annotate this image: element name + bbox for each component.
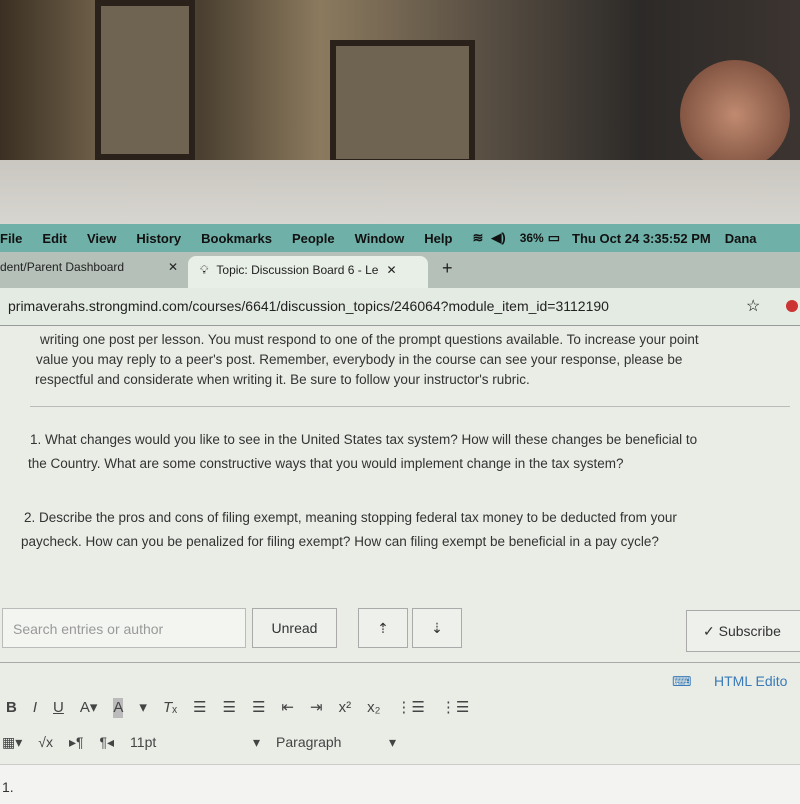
bold-button[interactable]: B (6, 698, 17, 718)
font-size-select[interactable]: 11pt ▾ (130, 732, 260, 752)
background-color-button[interactable]: A (113, 698, 124, 718)
table-button[interactable]: ▦▾ (2, 732, 22, 752)
battery-percent: 36% (519, 231, 544, 245)
wifi-icon[interactable]: ≋ (472, 230, 483, 246)
user-name[interactable]: Dana (725, 231, 757, 246)
block-format-value: Paragraph (276, 734, 342, 750)
mac-menubar: File Edit View History Bookmarks People … (0, 224, 800, 252)
align-center-button[interactable]: ☰ (223, 698, 236, 718)
tab-bar: dent/Parent Dashboard ✕ 💡︎ Topic: Discus… (0, 252, 800, 288)
expand-down-button[interactable]: ⇣ (412, 608, 462, 648)
extension-icon[interactable] (786, 300, 798, 312)
intro-line: respectful and considerate when writing … (35, 372, 530, 387)
menu-file[interactable]: File (0, 231, 22, 246)
close-tab-icon[interactable]: ✕ (386, 263, 396, 281)
clear-formatting-button[interactable]: Tₓ (163, 698, 177, 718)
battery-icon[interactable]: ▭ (548, 230, 560, 246)
clock[interactable]: Thu Oct 24 3:35:52 PM (572, 231, 711, 246)
html-editor-link[interactable]: HTML Edito (714, 671, 787, 691)
question-1: 1. What changes would you like to see in… (28, 428, 698, 476)
rtl-button[interactable]: ¶◂ (100, 732, 115, 752)
discussion-page: writing one post per lesson. You must re… (0, 326, 800, 804)
divider (30, 406, 790, 407)
menu-window[interactable]: Window (355, 231, 405, 246)
intro-text: writing one post per lesson. You must re… (35, 330, 699, 390)
menu-help[interactable]: Help (424, 231, 452, 246)
align-right-button[interactable]: ☰ (252, 698, 265, 718)
tab-title: Topic: Discussion Board 6 - Le (216, 263, 379, 277)
ltr-button[interactable]: ▸¶ (69, 732, 84, 752)
subscript-button[interactable]: x₂ (367, 698, 380, 718)
menu-history[interactable]: History (136, 231, 181, 246)
editor-toolbar-row-1: B I U A▾ A ▾ Tₓ ☰ ☰ ☰ ⇤ ⇥ x² x₂ ⋮☰ ⋮☰ (6, 698, 469, 718)
divider (0, 662, 800, 663)
intro-line: writing one post per lesson. You must re… (40, 332, 699, 347)
question-2: 2. Describe the pros and cons of filing … (21, 506, 677, 554)
question-line: paycheck. How can you be penalized for f… (21, 534, 659, 549)
menu-people[interactable]: People (292, 231, 335, 246)
math-button[interactable]: √x (38, 732, 53, 752)
intro-line: value you may reply to a peer's post. Re… (36, 352, 683, 367)
arrow-up-icon: ⇡ (377, 620, 389, 636)
url-text[interactable]: primaverahs.strongmind.com/courses/6641/… (8, 298, 609, 314)
background-photo (0, 0, 800, 170)
italic-button[interactable]: I (33, 698, 37, 718)
question-line: 2. Describe the pros and cons of filing … (24, 510, 677, 525)
superscript-button[interactable]: x² (339, 698, 352, 718)
unread-button[interactable]: Unread (252, 608, 337, 648)
align-left-button[interactable]: ☰ (193, 698, 206, 718)
new-tab-button[interactable]: + (442, 258, 453, 279)
lightbulb-icon: 💡︎ (200, 263, 209, 277)
text-color-button[interactable]: A▾ (80, 698, 98, 718)
dropdown-arrow-icon: ▾ (253, 734, 261, 750)
bookmark-star-icon[interactable]: ☆ (746, 296, 760, 316)
search-input[interactable]: Search entries or author (2, 608, 246, 648)
arrow-down-icon: ⇣ (431, 620, 443, 636)
editor-toolbar-row-2: ▦▾ √x ▸¶ ¶◂ 11pt ▾ Paragraph ▾ (2, 732, 396, 752)
close-tab-icon[interactable]: ✕ (168, 260, 178, 274)
menu-view[interactable]: View (87, 231, 116, 246)
dropdown-arrow-icon: ▾ (389, 734, 397, 750)
bullet-list-button[interactable]: ⋮☰ (396, 698, 424, 718)
tab-discussion[interactable]: 💡︎ Topic: Discussion Board 6 - Le ✕ (188, 256, 428, 288)
question-line: the Country. What are some constructive … (28, 456, 624, 471)
address-bar[interactable]: primaverahs.strongmind.com/courses/6641/… (0, 288, 800, 326)
underline-button[interactable]: U (53, 698, 64, 718)
dropdown-arrow-icon[interactable]: ▾ (139, 698, 147, 718)
question-line: 1. What changes would you like to see in… (30, 432, 698, 447)
block-format-select[interactable]: Paragraph ▾ (276, 732, 396, 752)
menu-bookmarks[interactable]: Bookmarks (201, 231, 272, 246)
indent-button[interactable]: ⇥ (310, 698, 323, 718)
menu-edit[interactable]: Edit (42, 231, 67, 246)
subscribe-button[interactable]: ✓ Subscribe (686, 610, 800, 652)
keyboard-icon[interactable]: ⌨ (672, 672, 692, 692)
editor-body[interactable]: 1. (2, 777, 14, 797)
numbered-list-button[interactable]: ⋮☰ (441, 698, 469, 718)
tab-dashboard[interactable]: dent/Parent Dashboard (0, 260, 124, 274)
collapse-up-button[interactable]: ⇡ (358, 608, 408, 648)
laptop-bezel (0, 160, 800, 371)
outdent-button[interactable]: ⇤ (281, 698, 294, 718)
rich-text-editor[interactable]: 1. (0, 764, 800, 804)
font-size-value: 11pt (130, 734, 157, 750)
volume-icon[interactable]: ◀) (491, 230, 505, 246)
